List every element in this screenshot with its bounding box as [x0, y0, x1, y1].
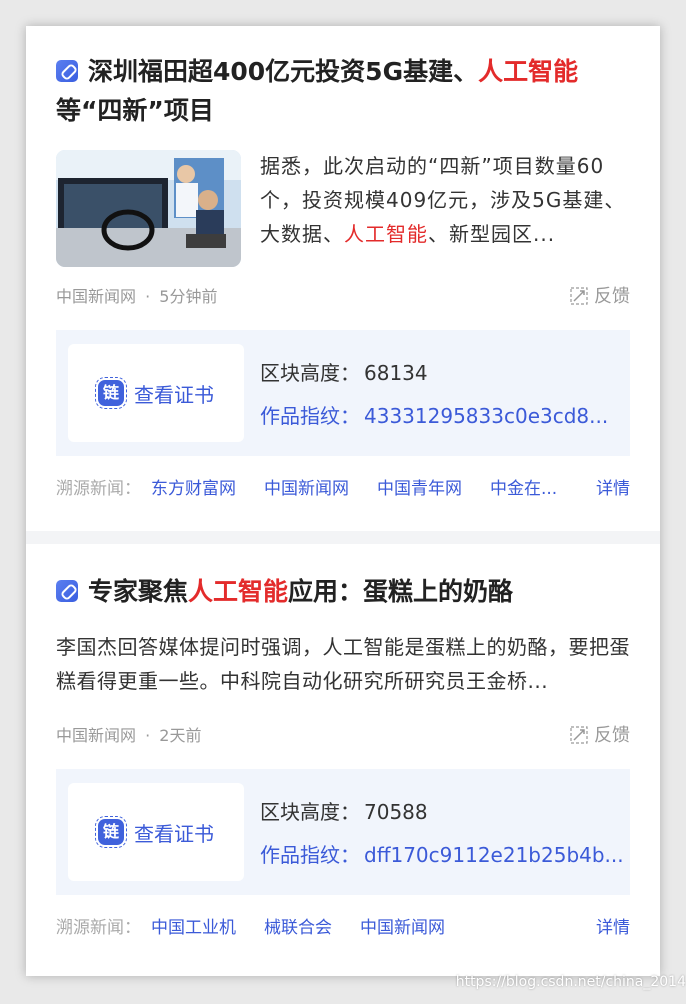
chain-badge-icon: 链 — [95, 377, 127, 409]
view-certificate-button[interactable]: 链查看证书 — [68, 344, 244, 442]
detail-link[interactable]: 详情 — [596, 913, 630, 938]
detail-link[interactable]: 详情 — [596, 474, 630, 499]
view-certificate-button[interactable]: 链查看证书 — [68, 783, 244, 881]
news-card[interactable]: 深圳福田超400亿元投资5G基建、人工智能 等“四新”项目 据悉，此次启动的“四新… — [26, 26, 660, 531]
news-feed: 深圳福田超400亿元投资5G基建、人工智能 等“四新”项目 据悉，此次启动的“四新… — [26, 26, 660, 976]
feedback-icon — [570, 726, 588, 744]
chain-badge-icon: 链 — [95, 816, 127, 848]
chain-link-icon — [56, 580, 78, 602]
news-time: 2天前 — [159, 726, 202, 745]
trace-source-link[interactable]: 械联合会 — [264, 918, 332, 938]
news-time: 5分钟前 — [159, 287, 218, 306]
news-meta: 中国新闻网 · 2天前 — [56, 726, 202, 745]
trace-source-link[interactable]: 中国工业机 — [151, 918, 236, 938]
news-card[interactable]: 专家聚焦人工智能应用：蛋糕上的奶酪 李国杰回答媒体提问时强调，人工智能是蛋糕上的… — [26, 544, 660, 976]
news-summary: 李国杰回答媒体提问时强调，人工智能是蛋糕上的奶酪，要把蛋糕看得更重一些。中科院自… — [56, 635, 630, 693]
trace-source-link[interactable]: 东方财富网 — [151, 479, 236, 499]
news-thumbnail[interactable] — [56, 150, 241, 267]
feedback-icon — [570, 287, 588, 305]
news-source: 中国新闻网 — [56, 726, 137, 745]
news-title[interactable]: 专家聚焦人工智能应用：蛋糕上的奶酪 — [56, 572, 630, 611]
news-source: 中国新闻网 — [56, 287, 137, 306]
feedback-button[interactable]: 反馈 — [570, 721, 630, 747]
trace-source-link[interactable]: 中国新闻网 — [264, 479, 349, 499]
trace-source-link[interactable]: 中国青年网 — [377, 479, 462, 499]
block-height: 区块高度： 70588 — [260, 800, 428, 824]
trace-news-row: 溯源新闻： 中国工业机 械联合会 中国新闻网 详情 — [56, 913, 630, 938]
certificate-panel: 链查看证书 区块高度： 68134 作品指纹： 43331295833c0e3cd8… — [56, 330, 630, 456]
feedback-button[interactable]: 反馈 — [570, 282, 630, 308]
block-height: 区块高度： 68134 — [260, 361, 428, 385]
news-meta: 中国新闻网 · 5分钟前 — [56, 287, 218, 306]
trace-source-link[interactable]: 中金在... — [490, 479, 557, 499]
news-title[interactable]: 深圳福田超400亿元投资5G基建、人工智能 等“四新”项目 — [56, 52, 630, 130]
trace-news-row: 溯源新闻： 东方财富网 中国新闻网 中国青年网 中金在... 详情 — [56, 474, 630, 499]
watermark: https://blog.csdn.net/china_2014 — [455, 974, 686, 990]
trace-source-link[interactable]: 中国新闻网 — [360, 918, 445, 938]
news-summary: 据悉，此次启动的“四新”项目数量60个，投资规模409亿元，涉及5G基建、大数据… — [260, 154, 626, 246]
work-fingerprint[interactable]: 作品指纹： 43331295833c0e3cd8... — [260, 400, 608, 429]
certificate-panel: 链查看证书 区块高度： 70588 作品指纹： dff170c9112e21b25b… — [56, 769, 630, 895]
work-fingerprint[interactable]: 作品指纹： dff170c9112e21b25b4b... — [260, 839, 624, 868]
chain-link-icon — [56, 60, 78, 82]
